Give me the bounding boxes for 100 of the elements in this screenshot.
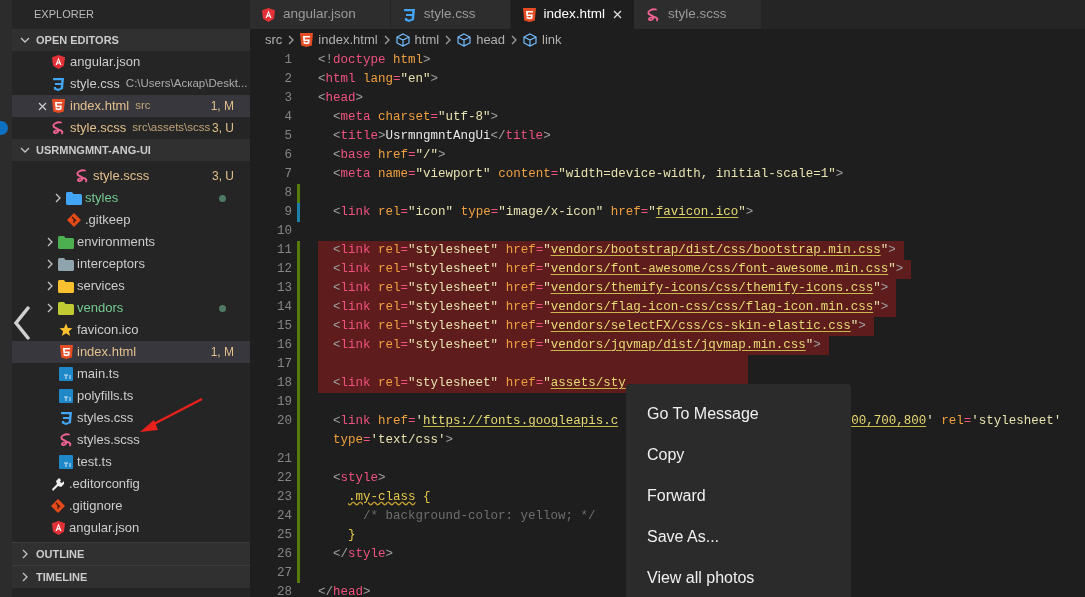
line-number: 3 (283, 90, 292, 108)
html-file-icon (522, 7, 536, 22)
line-number: 27 (276, 565, 292, 583)
shield-icon (51, 521, 65, 535)
file-item[interactable]: .editorconfig (12, 473, 250, 495)
folder-item[interactable]: interceptors (12, 253, 250, 275)
code-line: /* background-color: yellow; */ (362, 508, 596, 525)
code-line: .my-class { (347, 489, 431, 506)
line-number: 25 (276, 527, 292, 545)
close-icon[interactable] (37, 101, 47, 111)
editor-tab[interactable]: style.scss (634, 0, 762, 29)
code-line: </style> (332, 546, 394, 563)
code-line: <base href="/"> (332, 147, 446, 164)
line-number: 15 (276, 318, 292, 336)
file-item[interactable]: .gitkeep (12, 209, 250, 231)
breadcrumb-item[interactable]: src (265, 30, 283, 50)
code-line: <html lang="en"> (318, 71, 439, 88)
code-line: <style> (332, 470, 386, 487)
html-file-icon (51, 99, 65, 113)
sass-icon (59, 433, 73, 447)
code-line: <meta charset="utf-8"> (332, 109, 499, 126)
file-item[interactable]: test.ts (12, 451, 250, 473)
line-number: 1 (283, 52, 292, 70)
stylesheet-icon (59, 411, 73, 425)
line-number: 23 (276, 489, 292, 507)
code-line: <link rel="icon" type="image/x-icon" href="favicon.ico"> (332, 204, 754, 221)
line-number: 26 (276, 546, 292, 564)
open-editor-item[interactable]: angular.json (12, 51, 250, 73)
line-number: 19 (276, 394, 292, 412)
line-number: 17 (276, 356, 292, 374)
stylesheet-icon (402, 7, 416, 22)
folder-item[interactable]: vendors (12, 297, 250, 319)
code-line: <head> (318, 90, 364, 107)
code-line: </head> (318, 584, 371, 597)
menu-item[interactable]: Forward (626, 475, 851, 516)
star-icon (59, 323, 73, 337)
html-file-icon (300, 33, 314, 47)
section-header[interactable]: OUTLINE (12, 543, 250, 565)
menu-item[interactable]: Save As... (626, 516, 851, 557)
sass-icon (75, 169, 89, 183)
shield-icon (262, 7, 275, 22)
line-number: 24 (276, 508, 292, 526)
folder-icon (66, 191, 82, 205)
file-item[interactable]: style.scss 3, U (12, 165, 250, 187)
folder-item[interactable]: environments (12, 231, 250, 253)
line-number: 18 (276, 375, 292, 393)
menu-item[interactable]: Go To Message (626, 393, 851, 434)
line-number: 2 (283, 71, 292, 89)
folder-icon (58, 279, 74, 293)
folder-item[interactable]: services (12, 275, 250, 297)
file-item[interactable]: favicon.ico (12, 319, 250, 341)
file-item[interactable]: styles.scss (12, 429, 250, 451)
line-number: 16 (276, 337, 292, 355)
code-line: type='text/css'> (332, 432, 454, 449)
line-number: 7 (283, 166, 292, 184)
html-file-icon (59, 345, 73, 359)
line-number: 6 (283, 147, 292, 165)
typescript-icon (59, 367, 73, 381)
section-header[interactable]: USRMNGMNT-ANG-UI (12, 139, 250, 161)
breadcrumb-item[interactable]: html (395, 30, 440, 50)
section-header[interactable]: OPEN EDITORS (12, 29, 250, 51)
line-number: 11 (276, 242, 292, 260)
menu-item[interactable]: View all photos (626, 557, 851, 597)
annotation-arrow (138, 397, 204, 435)
open-editor-item[interactable]: style.scss src\assets\scss3, U (12, 117, 250, 139)
sass-icon (51, 121, 65, 135)
menu-item[interactable]: Copy (626, 434, 851, 475)
code-line: } (347, 527, 356, 544)
breadcrumb-item[interactable]: link (523, 30, 562, 50)
open-editor-item[interactable]: index.html src 1, M (12, 95, 250, 117)
line-number: 28 (276, 584, 292, 597)
breadcrumb-item[interactable]: index.html (300, 30, 378, 50)
editor-tab[interactable]: index.html (510, 0, 635, 29)
file-item[interactable]: polyfills.ts (12, 385, 250, 407)
open-editor-item[interactable]: style.css C:\Users\Аскар\Deskt... (12, 73, 250, 95)
section-header[interactable]: TIMELINE (12, 566, 250, 588)
breadcrumb-item[interactable]: head (457, 30, 506, 50)
line-number: 9 (283, 204, 292, 222)
editor-tab[interactable]: style.css (390, 0, 511, 29)
file-item[interactable]: .gitignore (12, 495, 250, 517)
line-number: 22 (276, 470, 292, 488)
folder-item[interactable]: styles (12, 187, 250, 209)
code-line: 00,700,800' rel='stylesheet' (851, 413, 1062, 431)
editor-tab[interactable]: angular.json (250, 0, 391, 29)
file-item[interactable]: angular.json (12, 517, 250, 539)
file-item[interactable]: main.ts (12, 363, 250, 385)
code-line: <meta name="viewport" content="width=device-width, initial-scale=1"> (332, 166, 844, 183)
file-item[interactable]: index.html 1, M (12, 341, 250, 363)
file-item[interactable]: styles.css (12, 407, 250, 429)
folder-icon (58, 235, 74, 249)
folder-icon (58, 257, 74, 271)
line-number: 21 (276, 451, 292, 469)
code-line: <link href='https://fonts.googleapis.c (332, 413, 619, 430)
cube-icon (523, 33, 538, 47)
line-number: 4 (283, 109, 292, 127)
line-number: 13 (276, 280, 292, 298)
line-number: 8 (283, 185, 292, 203)
diamond-icon (51, 499, 65, 513)
close-icon[interactable] (613, 10, 623, 19)
line-number: 10 (276, 223, 292, 241)
